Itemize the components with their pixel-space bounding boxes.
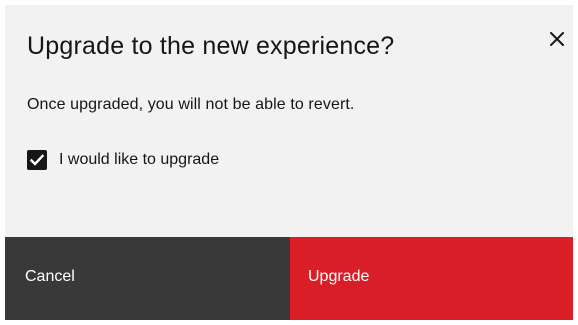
upgrade-checkbox[interactable] xyxy=(27,150,47,170)
close-button[interactable] xyxy=(543,25,571,53)
modal-footer: Cancel Upgrade xyxy=(5,237,573,320)
upgrade-button[interactable]: Upgrade xyxy=(290,237,573,320)
checkbox-label: I would like to upgrade xyxy=(59,151,220,168)
modal-body-text: Once upgraded, you will not be able to r… xyxy=(27,96,355,113)
modal-title: Upgrade to the new experience? xyxy=(27,32,395,60)
upgrade-modal: Upgrade to the new experience? Once upgr… xyxy=(5,5,573,320)
checkmark-icon xyxy=(30,154,44,166)
upgrade-checkbox-row[interactable]: I would like to upgrade xyxy=(27,150,219,170)
close-icon xyxy=(550,32,564,46)
cancel-button[interactable]: Cancel xyxy=(5,237,290,320)
